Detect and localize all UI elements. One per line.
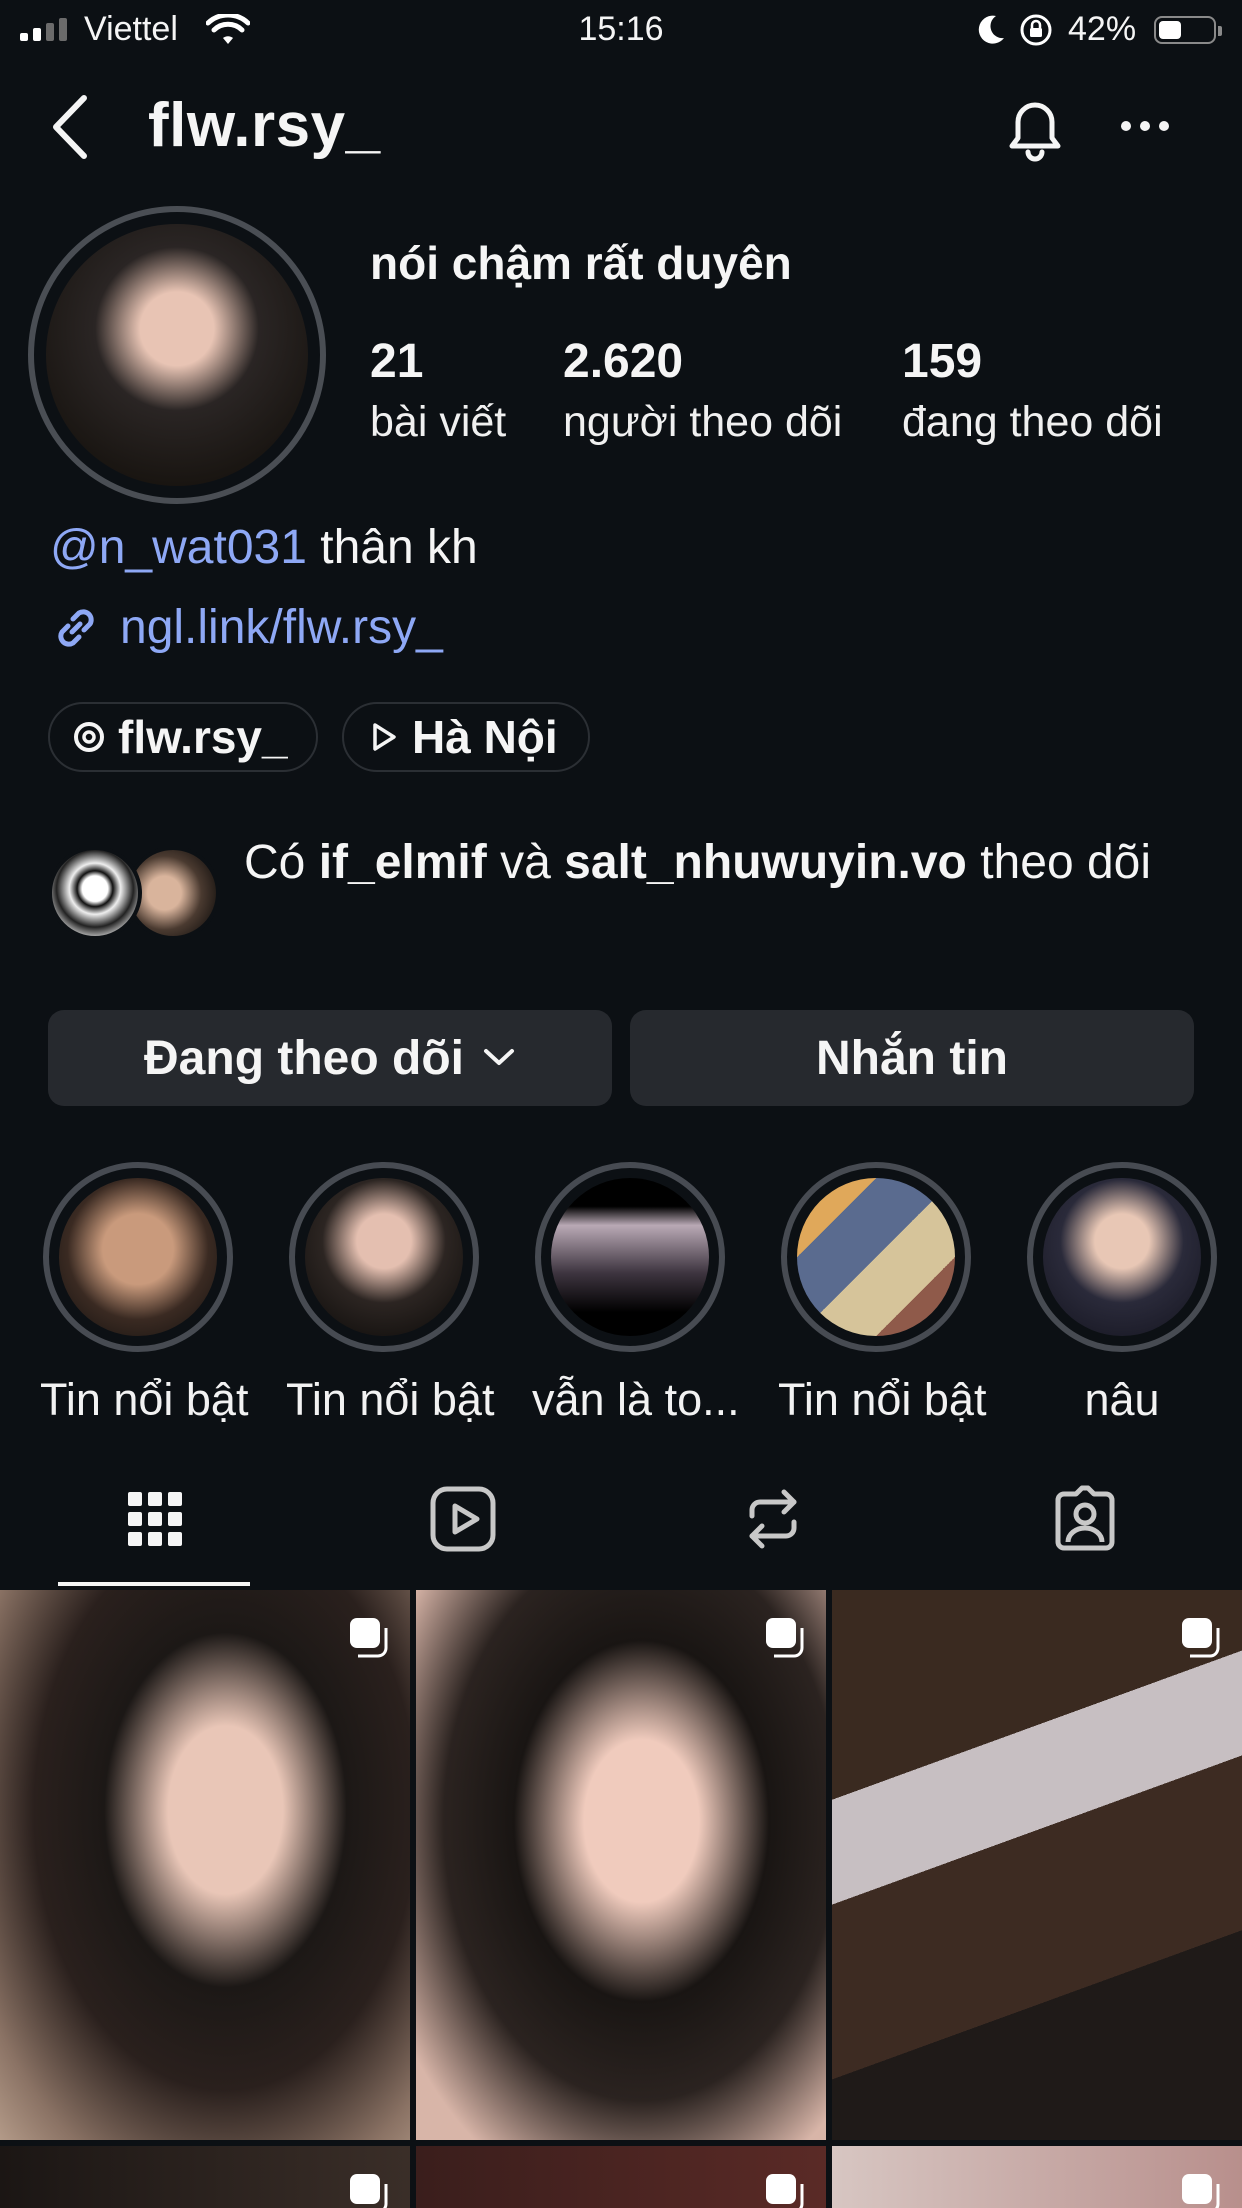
post-thumbnail[interactable]	[416, 2146, 826, 2208]
post-thumbnail[interactable]	[0, 2146, 410, 2208]
highlight-cover	[1043, 1178, 1201, 1336]
back-icon[interactable]	[48, 92, 92, 162]
stat-label: đang theo dõi	[902, 398, 1163, 446]
avatar[interactable]	[46, 224, 308, 486]
highlight-label: vẫn là to...	[532, 1374, 740, 1425]
post-thumbnail[interactable]	[832, 1590, 1242, 2140]
threads-chip-label: flw.rsy_	[118, 711, 288, 763]
chevron-down-icon	[483, 1049, 514, 1065]
multi-photo-icon	[350, 1618, 388, 1658]
stat-value: 21	[370, 335, 424, 388]
battery-percent: 42%	[1068, 10, 1137, 48]
rotation-lock-icon	[1020, 14, 1052, 46]
mutual-user: if_elmif	[318, 836, 487, 889]
multi-photo-icon	[766, 2174, 804, 2208]
clock: 15:16	[578, 10, 664, 48]
play-icon	[373, 723, 396, 751]
grid-icon[interactable]	[120, 1484, 190, 1554]
bio: @n_wat031 thân kh	[50, 520, 478, 575]
following-button[interactable]: Đang theo dõi	[48, 1010, 612, 1106]
highlight-cover	[59, 1178, 217, 1336]
moon-icon	[978, 15, 1004, 44]
stat-label: bài viết	[370, 398, 507, 446]
mutual-avatar[interactable]	[48, 846, 142, 940]
threads-icon	[74, 722, 104, 752]
highlight-ring	[781, 1162, 971, 1352]
battery-icon	[1154, 16, 1222, 44]
mutual-prefix: Có	[244, 836, 306, 889]
threads-chip[interactable]: flw.rsy_	[48, 702, 318, 772]
tagged-icon[interactable]	[1050, 1484, 1120, 1554]
location-chip[interactable]: Hà Nội	[342, 702, 590, 772]
highlight-cover	[797, 1178, 955, 1336]
profile-link[interactable]: ngl.link/flw.rsy_	[50, 600, 443, 655]
mutual-followers-text[interactable]: Có if_elmif và salt_nhuwuyin.vo theo dõi	[244, 830, 1204, 896]
highlight-ring	[1027, 1162, 1217, 1352]
reposts-icon[interactable]	[738, 1484, 808, 1554]
highlight-cover	[551, 1178, 709, 1336]
message-button-label: Nhắn tin	[816, 1031, 1008, 1085]
multi-photo-icon	[766, 1618, 804, 1658]
highlight-item[interactable]: Tin nổi bật	[286, 1162, 495, 1426]
bell-icon[interactable]	[1002, 94, 1068, 164]
post-thumbnail[interactable]	[0, 1590, 410, 2140]
profile-username-title: flw.rsy_	[148, 91, 381, 160]
reels-icon[interactable]	[428, 1484, 498, 1554]
bio-mention-link[interactable]: @n_wat031	[50, 521, 307, 574]
mutual-user: salt_nhuwuyin.vo	[564, 836, 967, 889]
stat-label: người theo dõi	[563, 398, 843, 446]
stat-value: 2.620	[563, 335, 684, 388]
multi-photo-icon	[350, 2174, 388, 2208]
active-tab-indicator	[58, 1582, 250, 1586]
following-button-label: Đang theo dõi	[144, 1031, 464, 1085]
profile-full-name: nói chậm rất duyên	[370, 237, 792, 289]
multi-photo-icon	[1182, 2174, 1220, 2208]
mutual-conjunction: và	[500, 836, 551, 889]
more-options-icon[interactable]	[1120, 116, 1170, 136]
message-button[interactable]: Nhắn tin	[630, 1010, 1194, 1106]
highlight-ring	[289, 1162, 479, 1352]
post-thumbnail[interactable]	[416, 1590, 826, 2140]
highlight-item[interactable]: Tin nổi bật	[40, 1162, 249, 1426]
highlight-cover	[305, 1178, 463, 1336]
highlight-label: Tin nổi bật	[286, 1374, 495, 1425]
highlight-label: Tin nổi bật	[40, 1374, 249, 1425]
highlight-ring	[43, 1162, 233, 1352]
highlight-ring	[535, 1162, 725, 1352]
link-icon	[58, 608, 94, 647]
multi-photo-icon	[1182, 1618, 1220, 1658]
bio-text: thân kh	[320, 521, 478, 574]
mutual-suffix: theo dõi	[980, 836, 1152, 889]
location-chip-label: Hà Nội	[412, 711, 558, 763]
highlight-item[interactable]: vẫn là to...	[532, 1162, 740, 1426]
highlight-item[interactable]: nâu	[1024, 1162, 1220, 1426]
highlight-item[interactable]: Tin nổi bật	[778, 1162, 987, 1426]
highlight-label: nâu	[1084, 1374, 1160, 1425]
post-thumbnail[interactable]	[832, 2146, 1242, 2208]
status-bar: Viettel 15:16 42%	[0, 0, 1242, 62]
profile-link-text: ngl.link/flw.rsy_	[120, 601, 443, 654]
highlight-label: Tin nổi bật	[778, 1374, 987, 1425]
stat-value: 159	[902, 335, 983, 388]
